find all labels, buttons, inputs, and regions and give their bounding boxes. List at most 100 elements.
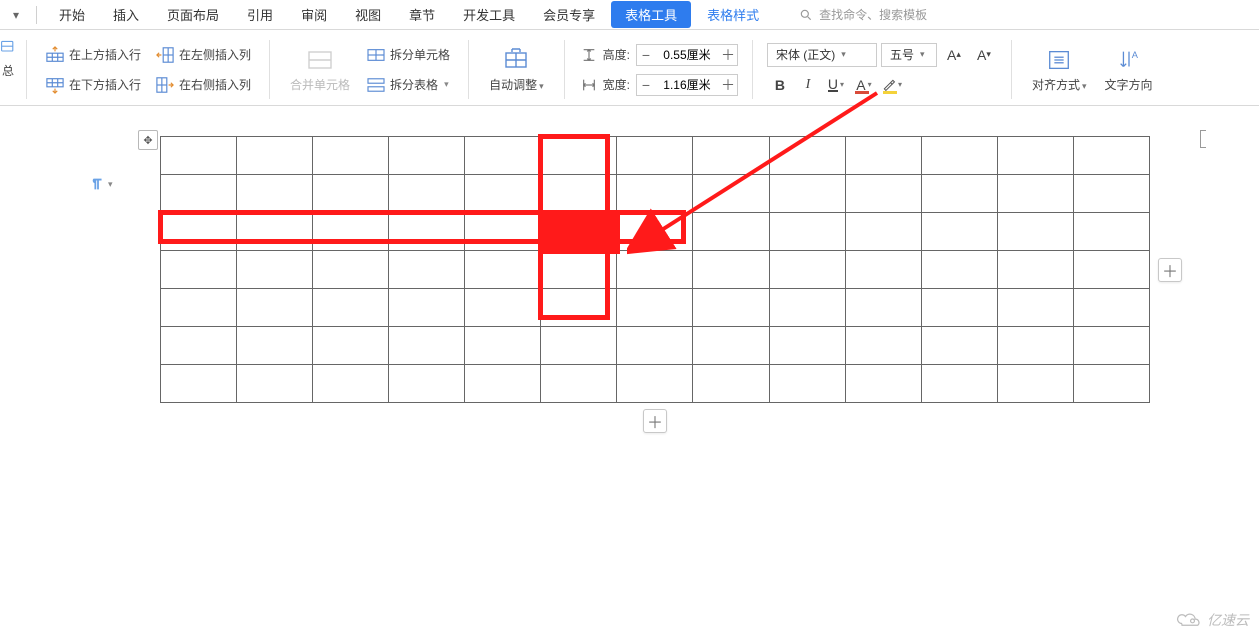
table-cell[interactable] <box>769 137 845 175</box>
insert-row-above-button[interactable]: 在上方插入行 <box>41 43 145 67</box>
table-cell[interactable] <box>921 365 997 403</box>
table-cell[interactable] <box>1073 365 1149 403</box>
table-cell[interactable] <box>997 175 1073 213</box>
table-cell[interactable] <box>617 251 693 289</box>
menu-view[interactable]: 视图 <box>343 1 393 28</box>
table-cell[interactable] <box>161 175 237 213</box>
font-grow-button[interactable]: A▴ <box>941 43 967 67</box>
table-cell[interactable] <box>617 365 693 403</box>
table-cell[interactable] <box>769 327 845 365</box>
table-cell[interactable] <box>161 213 237 251</box>
table-cell[interactable] <box>389 137 465 175</box>
table-cell[interactable] <box>313 289 389 327</box>
table-cell[interactable] <box>237 137 313 175</box>
table-cell[interactable] <box>161 137 237 175</box>
table-cell[interactable] <box>769 175 845 213</box>
highlight-color-button[interactable]: ▾ <box>879 73 905 97</box>
table-cell[interactable] <box>1073 137 1149 175</box>
menu-devtools[interactable]: 开发工具 <box>451 1 527 28</box>
table-cell[interactable] <box>389 213 465 251</box>
table-cell[interactable] <box>997 213 1073 251</box>
table-cell[interactable] <box>313 137 389 175</box>
table-cell[interactable] <box>541 175 617 213</box>
add-row-button[interactable]: ＋ <box>643 409 667 433</box>
table-cell[interactable] <box>1073 213 1149 251</box>
table-cell[interactable] <box>693 251 769 289</box>
insert-col-right-button[interactable]: 在右侧插入列 <box>151 73 255 97</box>
table-cell[interactable] <box>313 175 389 213</box>
menu-start[interactable]: 开始 <box>47 1 97 28</box>
underline-button[interactable]: U ▾ <box>823 73 849 97</box>
table-cell[interactable] <box>465 213 541 251</box>
height-input[interactable] <box>655 45 719 65</box>
width-increase-button[interactable]: ＋ <box>719 75 737 95</box>
table-cell[interactable] <box>769 289 845 327</box>
font-shrink-button[interactable]: A▾ <box>971 43 997 67</box>
table-cell[interactable] <box>769 365 845 403</box>
table-cell[interactable] <box>465 175 541 213</box>
menu-table-tools[interactable]: 表格工具 <box>611 1 691 28</box>
insert-row-below-button[interactable]: 在下方插入行 <box>41 73 145 97</box>
table-cell[interactable] <box>921 251 997 289</box>
table-cell[interactable] <box>161 289 237 327</box>
table-cell[interactable] <box>693 175 769 213</box>
table-cell[interactable] <box>541 137 617 175</box>
width-decrease-button[interactable]: − <box>637 75 655 95</box>
table-cell[interactable] <box>465 365 541 403</box>
menu-table-style[interactable]: 表格样式 <box>695 1 771 28</box>
table-cell[interactable] <box>237 251 313 289</box>
table-cell[interactable] <box>845 327 921 365</box>
table-cell[interactable] <box>769 251 845 289</box>
table-cell[interactable] <box>997 137 1073 175</box>
table-cell[interactable] <box>313 365 389 403</box>
table-cell[interactable] <box>845 175 921 213</box>
table-cell[interactable] <box>617 137 693 175</box>
menu-review[interactable]: 审阅 <box>289 1 339 28</box>
table-cell[interactable] <box>921 175 997 213</box>
table-cell[interactable] <box>693 327 769 365</box>
width-input[interactable] <box>655 75 719 95</box>
table-cell[interactable] <box>845 137 921 175</box>
table-cell[interactable] <box>1073 175 1149 213</box>
table-cell[interactable] <box>541 327 617 365</box>
table-cell[interactable] <box>693 365 769 403</box>
table-cell[interactable] <box>617 175 693 213</box>
table-cell[interactable] <box>389 365 465 403</box>
table-cell[interactable] <box>389 327 465 365</box>
insert-col-left-button[interactable]: 在左侧插入列 <box>151 43 255 67</box>
table-cell[interactable] <box>389 175 465 213</box>
table-cell[interactable] <box>237 175 313 213</box>
document-table[interactable] <box>160 136 1150 403</box>
menu-reference[interactable]: 引用 <box>235 1 285 28</box>
table-cell[interactable] <box>161 251 237 289</box>
table-cell[interactable] <box>465 251 541 289</box>
table-cell[interactable] <box>389 289 465 327</box>
table-cell[interactable] <box>541 251 617 289</box>
font-name-select[interactable]: 宋体 (正文) ▾ <box>767 43 877 67</box>
bold-button[interactable]: B <box>767 73 793 97</box>
document-area[interactable]: ✥ ▾ ＋ ＋ 亿速云 <box>0 106 1259 638</box>
alignment-button[interactable]: 对齐方式▾ <box>1026 42 1093 97</box>
table-cell[interactable] <box>845 365 921 403</box>
italic-button[interactable]: I <box>795 73 821 97</box>
table-cell[interactable] <box>1073 289 1149 327</box>
auto-fit-button[interactable]: 自动调整▾ <box>483 42 550 97</box>
font-color-button[interactable]: A ▾ <box>851 73 877 97</box>
menu-section[interactable]: 章节 <box>397 1 447 28</box>
table-cell[interactable] <box>921 213 997 251</box>
truncated-label-bottom[interactable]: 总 <box>2 62 14 79</box>
table-cell[interactable] <box>1073 327 1149 365</box>
truncated-icon-top[interactable] <box>0 38 16 56</box>
table-cell[interactable] <box>237 289 313 327</box>
menu-insert[interactable]: 插入 <box>101 1 151 28</box>
table-cell[interactable] <box>921 289 997 327</box>
table-cell[interactable] <box>237 213 313 251</box>
table-cell[interactable] <box>997 365 1073 403</box>
split-cells-button[interactable]: 拆分单元格 <box>362 43 454 67</box>
table-cell[interactable] <box>541 365 617 403</box>
table-cell[interactable] <box>541 289 617 327</box>
paragraph-options-button[interactable]: ▾ <box>90 176 113 192</box>
table-cell[interactable] <box>845 213 921 251</box>
table-cell[interactable] <box>693 137 769 175</box>
table-cell[interactable] <box>465 289 541 327</box>
